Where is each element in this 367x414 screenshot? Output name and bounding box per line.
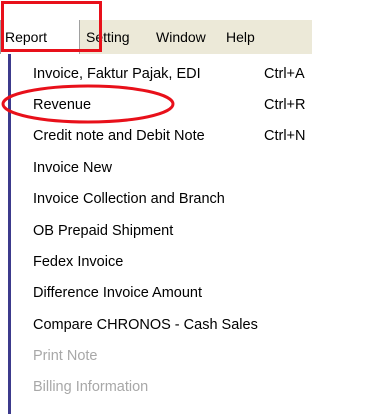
- menu-item-invoice-faktur-pajak-edi[interactable]: Invoice, Faktur Pajak, EDI: [33, 64, 201, 84]
- menu-setting-label: Setting: [86, 29, 130, 45]
- menu-item-label: Difference Invoice Amount: [33, 285, 202, 301]
- menu-item-label: Billing Information: [33, 379, 149, 395]
- menu-item-label: Invoice Collection and Branch: [33, 191, 225, 207]
- menu-item-revenue[interactable]: Revenue: [33, 95, 91, 115]
- menu-item-fedex-invoice[interactable]: Fedex Invoice: [33, 252, 123, 272]
- menu-window-label: Window: [156, 29, 206, 45]
- menu-item-label: Fedex Invoice: [33, 254, 124, 270]
- menu-item-compare-chronos-cash-sales[interactable]: Compare CHRONOS - Cash Sales: [33, 315, 258, 335]
- menu-help-label: Help: [226, 29, 255, 45]
- menu-help[interactable]: Help: [226, 29, 255, 46]
- menu-item-difference-invoice-amount[interactable]: Difference Invoice Amount: [33, 283, 202, 303]
- menu-item-print-note: Print Note: [33, 346, 97, 366]
- menu-item-invoice-new[interactable]: Invoice New: [33, 158, 112, 178]
- menu-item-billing-information: Billing Information: [33, 377, 148, 397]
- shortcut-ctrl-r: Ctrl+R: [264, 97, 306, 113]
- menu-item-label: Invoice New: [33, 160, 112, 176]
- menu-item-credit-debit-note[interactable]: Credit note and Debit Note: [33, 126, 205, 146]
- menu-item-label: Compare CHRONOS - Cash Sales: [33, 317, 258, 333]
- menu-item-label: Credit note and Debit Note: [33, 128, 205, 144]
- shortcut-ctrl-n: Ctrl+N: [264, 128, 306, 144]
- menu-item-label: OB Prepaid Shipment: [33, 223, 174, 239]
- menu-item-label: Revenue: [33, 97, 92, 113]
- report-dropdown-menu: Invoice, Faktur Pajak, EDI Ctrl+A Revenu…: [0, 54, 367, 414]
- menu-report[interactable]: Report: [0, 20, 80, 54]
- menu-left-border: [8, 54, 11, 414]
- shortcut-ctrl-a: Ctrl+A: [264, 66, 305, 82]
- menu-window[interactable]: Window: [156, 29, 206, 46]
- menu-item-invoice-collection-branch[interactable]: Invoice Collection and Branch: [33, 189, 225, 209]
- menu-setting[interactable]: Setting: [86, 29, 130, 46]
- menu-report-label: Report: [5, 29, 48, 45]
- menu-item-label: Invoice, Faktur Pajak, EDI: [33, 66, 201, 82]
- menu-bar: Report Setting Window Help: [0, 20, 312, 55]
- menu-item-label: Print Note: [33, 348, 98, 364]
- menu-item-ob-prepaid-shipment[interactable]: OB Prepaid Shipment: [33, 221, 173, 241]
